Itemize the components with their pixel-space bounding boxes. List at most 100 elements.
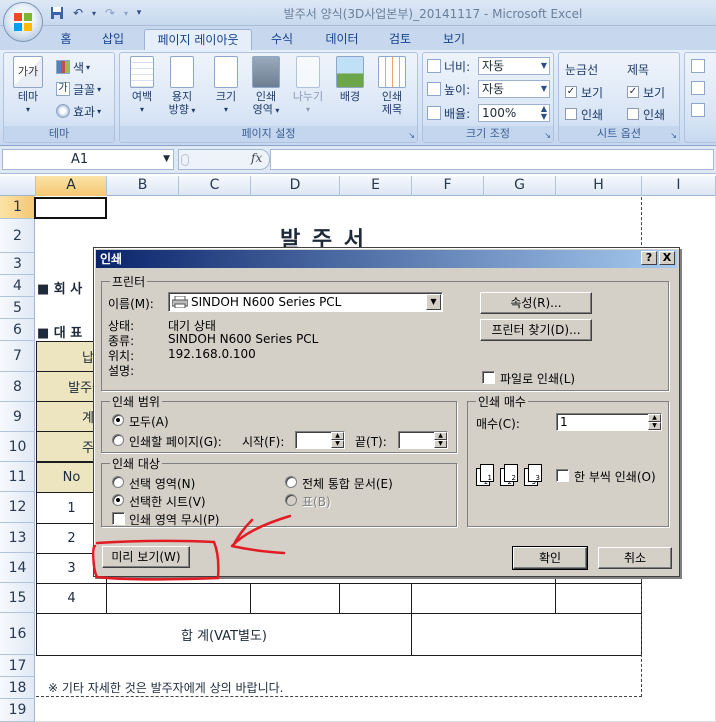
row-header-5[interactable]: 5 [0, 297, 35, 319]
height-combo[interactable]: 자동 ▼ [478, 80, 550, 98]
help-icon[interactable]: ? [641, 251, 657, 265]
to-label: 끝(T): [355, 435, 387, 449]
row-header-2[interactable]: 2 [0, 219, 35, 253]
active-cell-a1[interactable] [34, 197, 107, 219]
active-sheets-radio[interactable] [112, 494, 124, 506]
formula-bar-handle-icon[interactable] [181, 154, 189, 166]
row-header-1[interactable]: 1 [0, 196, 35, 219]
column-header-c[interactable]: C [179, 176, 251, 196]
row-header-13[interactable]: 13 [0, 523, 35, 553]
row-header-9[interactable]: 9 [0, 402, 35, 432]
row-header-6[interactable]: 6 [0, 319, 35, 341]
window-title: 발주서 양식(3D사업본부)_20141117 - Microsoft Exce… [283, 7, 583, 21]
table-cell[interactable] [250, 583, 340, 614]
margins-button[interactable]: 여백 ▾ [124, 56, 160, 116]
headings-view-checkbox[interactable]: ✓ 보기 [627, 82, 665, 102]
row-header-12[interactable]: 12 [0, 492, 35, 523]
row-header-3[interactable]: 3 [0, 253, 35, 275]
tab-data[interactable]: 데이터 [318, 29, 366, 50]
width-value: 자동 [482, 59, 505, 73]
ok-button[interactable]: 확인 [512, 546, 588, 570]
to-page-input[interactable]: ▲ ▼ [398, 431, 448, 449]
spinner-icon[interactable]: ▲ ▼ [648, 414, 661, 430]
row-header-16[interactable]: 16 [0, 613, 35, 655]
copies-input[interactable]: 1 ▲ ▼ [556, 413, 662, 431]
close-icon[interactable]: X [659, 251, 675, 265]
print-to-file-checkbox[interactable] [482, 371, 495, 384]
dialog-title-bar[interactable]: 인쇄 ? X [96, 250, 677, 268]
row-header-10[interactable]: 10 [0, 432, 35, 462]
orientation-button[interactable]: 용지 방향 ▾ [164, 56, 200, 117]
printer-name-select[interactable]: SINDOH N600 Series PCL ▼ [168, 292, 443, 312]
item-number-cell[interactable]: 4 [36, 583, 107, 614]
spinner-icon[interactable]: ▲ ▼ [434, 432, 447, 448]
tab-review[interactable]: 검토 [380, 29, 420, 50]
column-header-a[interactable]: A [36, 176, 107, 196]
column-header-d[interactable]: D [251, 176, 340, 196]
table-cell[interactable] [106, 583, 251, 614]
gridlines-print-checkbox[interactable]: 인쇄 [565, 104, 603, 124]
collate-checkbox[interactable] [556, 469, 569, 482]
table-cell[interactable] [555, 583, 642, 614]
spinner-icon[interactable]: ▲ ▼ [331, 432, 344, 448]
column-header-e[interactable]: E [340, 176, 412, 196]
name-box[interactable]: A1 ▼ [2, 149, 174, 170]
row-header-8[interactable]: 8 [0, 372, 35, 402]
range-pages-radio[interactable] [112, 434, 124, 446]
column-header-h[interactable]: H [556, 176, 642, 196]
print-area-button[interactable]: 인쇄 영역 ▾ [248, 56, 284, 117]
row-header-4[interactable]: 4 [0, 275, 35, 297]
insert-function-icon[interactable]: fx [251, 151, 262, 165]
theme-effects-button[interactable]: 효과 ▾ [56, 101, 101, 121]
column-header-b[interactable]: B [107, 176, 179, 196]
theme-fonts-button[interactable]: 가 글꼴 ▾ [56, 79, 101, 99]
tab-formulas[interactable]: 수식 [262, 29, 302, 50]
size-button[interactable]: 크기 ▾ [208, 56, 244, 116]
column-header-i[interactable]: I [642, 176, 716, 196]
row-header-14[interactable]: 14 [0, 553, 35, 583]
properties-button[interactable]: 속성(R)... [480, 292, 592, 314]
print-titles-button[interactable]: 인쇄 제목 [374, 56, 410, 116]
office-button[interactable] [3, 2, 43, 42]
headings-print-checkbox[interactable]: 인쇄 [627, 104, 665, 124]
table-cell[interactable] [411, 583, 556, 614]
send-backward-icon[interactable] [691, 81, 705, 95]
row-header-15[interactable]: 15 [0, 583, 35, 613]
print-preview-button[interactable]: 미리 보기(W) [102, 546, 190, 568]
group-label-themes: 테마 [4, 126, 114, 142]
row-header-7[interactable]: 7 [0, 341, 35, 372]
bring-forward-icon[interactable] [691, 59, 705, 73]
tab-insert[interactable]: 삽입 [94, 29, 132, 50]
selection-radio[interactable] [112, 476, 124, 488]
row-header-11[interactable]: 11 [0, 462, 35, 492]
formula-input[interactable] [270, 149, 714, 170]
column-header-f[interactable]: F [412, 176, 484, 196]
selection-pane-icon[interactable] [691, 103, 705, 117]
width-combo[interactable]: 자동 ▼ [478, 57, 550, 75]
theme-colors-button[interactable]: 색 ▾ [56, 57, 90, 77]
breaks-button[interactable]: 나누기 ▾ [290, 56, 326, 116]
gridlines-view-checkbox[interactable]: ✓ 보기 [565, 82, 603, 102]
scale-spinner[interactable]: 100% ▲ ▼ [478, 104, 550, 122]
themes-button[interactable]: 가가 테마 ▾ [6, 56, 50, 116]
range-all-radio[interactable] [112, 414, 124, 426]
tab-page-layout[interactable]: 페이지 레이아웃 [144, 29, 252, 50]
column-header-g[interactable]: G [484, 176, 556, 196]
background-button[interactable]: 배경 [332, 56, 368, 103]
row-header-18[interactable]: 18 [0, 677, 35, 699]
tab-home[interactable]: 홈 [50, 29, 82, 50]
row-header-19[interactable]: 19 [0, 699, 35, 722]
ignore-print-area-checkbox[interactable] [112, 512, 125, 525]
cancel-button[interactable]: 취소 [598, 547, 672, 569]
tab-view[interactable]: 보기 [434, 29, 474, 50]
entire-workbook-radio[interactable] [285, 476, 297, 488]
find-printer-button[interactable]: 프린터 찾기(D)... [480, 319, 592, 341]
sheet-options-launcher-icon[interactable]: ↘ [670, 131, 677, 140]
scale-launcher-icon[interactable]: ↘ [544, 131, 551, 140]
table-cell[interactable] [339, 583, 412, 614]
row-header-17[interactable]: 17 [0, 655, 35, 677]
total-value-cell[interactable] [411, 613, 642, 656]
from-page-input[interactable]: ▲ ▼ [295, 431, 345, 449]
select-all-corner[interactable] [0, 176, 36, 196]
page-setup-launcher-icon[interactable]: ↘ [408, 131, 415, 140]
